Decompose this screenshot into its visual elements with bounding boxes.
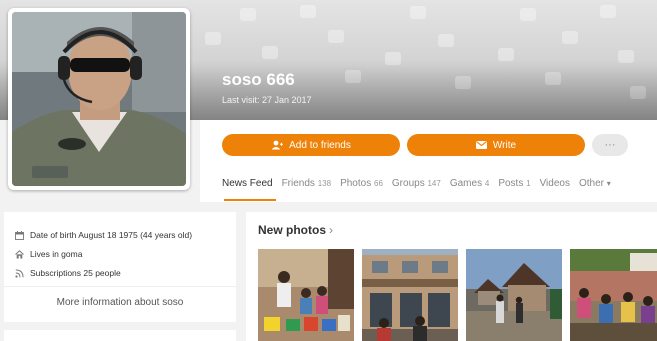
chevron-down-icon: ▾ <box>606 179 611 188</box>
photo-thumbnail[interactable] <box>362 249 458 341</box>
tab-label: Groups <box>391 178 425 189</box>
tab-news-feed[interactable]: News Feed <box>222 178 273 192</box>
photo-image <box>258 249 354 341</box>
divider <box>4 286 236 287</box>
add-to-friends-button[interactable]: Add to friends <box>222 134 400 156</box>
add-user-icon <box>271 140 284 150</box>
birth-date-text: Date of birth August 18 1975 (44 years o… <box>30 230 193 240</box>
left-sidebar-next-card <box>4 330 236 341</box>
more-actions-button[interactable]: ··· <box>592 134 628 156</box>
tab-photos[interactable]: Photos 66 <box>340 178 383 192</box>
tab-label: Posts <box>498 178 524 189</box>
lives-in-text: Lives in goma <box>30 249 83 259</box>
subscriptions-row[interactable]: Subscriptions 25 people <box>15 268 121 278</box>
photo-thumbnail[interactable] <box>570 249 657 341</box>
active-tab-indicator <box>224 199 276 201</box>
profile-info-card: Date of birth August 18 1975 (44 years o… <box>4 212 236 322</box>
tab-count: 66 <box>374 179 383 188</box>
tab-groups[interactable]: Groups 147 <box>392 178 441 192</box>
tab-label: Friends <box>281 178 315 189</box>
avatar-frame[interactable] <box>8 8 190 190</box>
write-button[interactable]: Write <box>407 134 585 156</box>
tab-count: 147 <box>427 179 441 188</box>
tab-games[interactable]: Games 4 <box>450 178 489 192</box>
tab-label: Other <box>578 178 604 189</box>
tab-count: 138 <box>317 179 332 188</box>
photo-thumbnail[interactable] <box>258 249 354 341</box>
avatar[interactable] <box>12 12 186 186</box>
profile-name: soso 666 <box>222 70 295 89</box>
tab-friends[interactable]: Friends 138 <box>282 178 332 192</box>
more-info-link[interactable]: More information about soso <box>4 297 236 308</box>
write-label: Write <box>492 139 517 151</box>
tab-label: Photos <box>340 178 372 189</box>
tab-count: 4 <box>484 179 490 188</box>
new-photos-card: New photos › <box>246 212 657 341</box>
photo-image <box>362 249 458 341</box>
profile-tabs: News Feed Friends 138 Photos 66 Groups 1… <box>222 178 620 192</box>
home-icon <box>15 249 24 258</box>
birth-date-row: Date of birth August 18 1975 (44 years o… <box>15 230 192 240</box>
envelope-icon <box>475 141 487 149</box>
photo-image <box>570 249 657 341</box>
photo-image <box>466 249 562 341</box>
subscriptions-text[interactable]: Subscriptions 25 people <box>30 268 121 278</box>
calendar-icon <box>15 230 24 240</box>
chevron-right-icon: › <box>329 223 333 237</box>
tab-count: 1 <box>526 179 531 188</box>
tab-videos[interactable]: Videos <box>540 178 570 192</box>
new-photos-heading[interactable]: New photos › <box>258 223 333 237</box>
tab-label: Games <box>449 178 483 189</box>
last-visit: Last visit: 27 Jan 2017 <box>222 95 312 105</box>
tab-label: News Feed <box>222 178 273 189</box>
tab-other[interactable]: Other ▾ <box>579 178 611 192</box>
tab-posts[interactable]: Posts 1 <box>498 178 530 192</box>
lives-in-row: Lives in goma <box>15 249 82 259</box>
rss-icon <box>15 269 24 278</box>
tab-label: Videos <box>539 178 570 189</box>
new-photos-title: New photos <box>258 223 326 237</box>
photo-thumbnail[interactable] <box>466 249 562 341</box>
add-to-friends-label: Add to friends <box>289 139 351 151</box>
